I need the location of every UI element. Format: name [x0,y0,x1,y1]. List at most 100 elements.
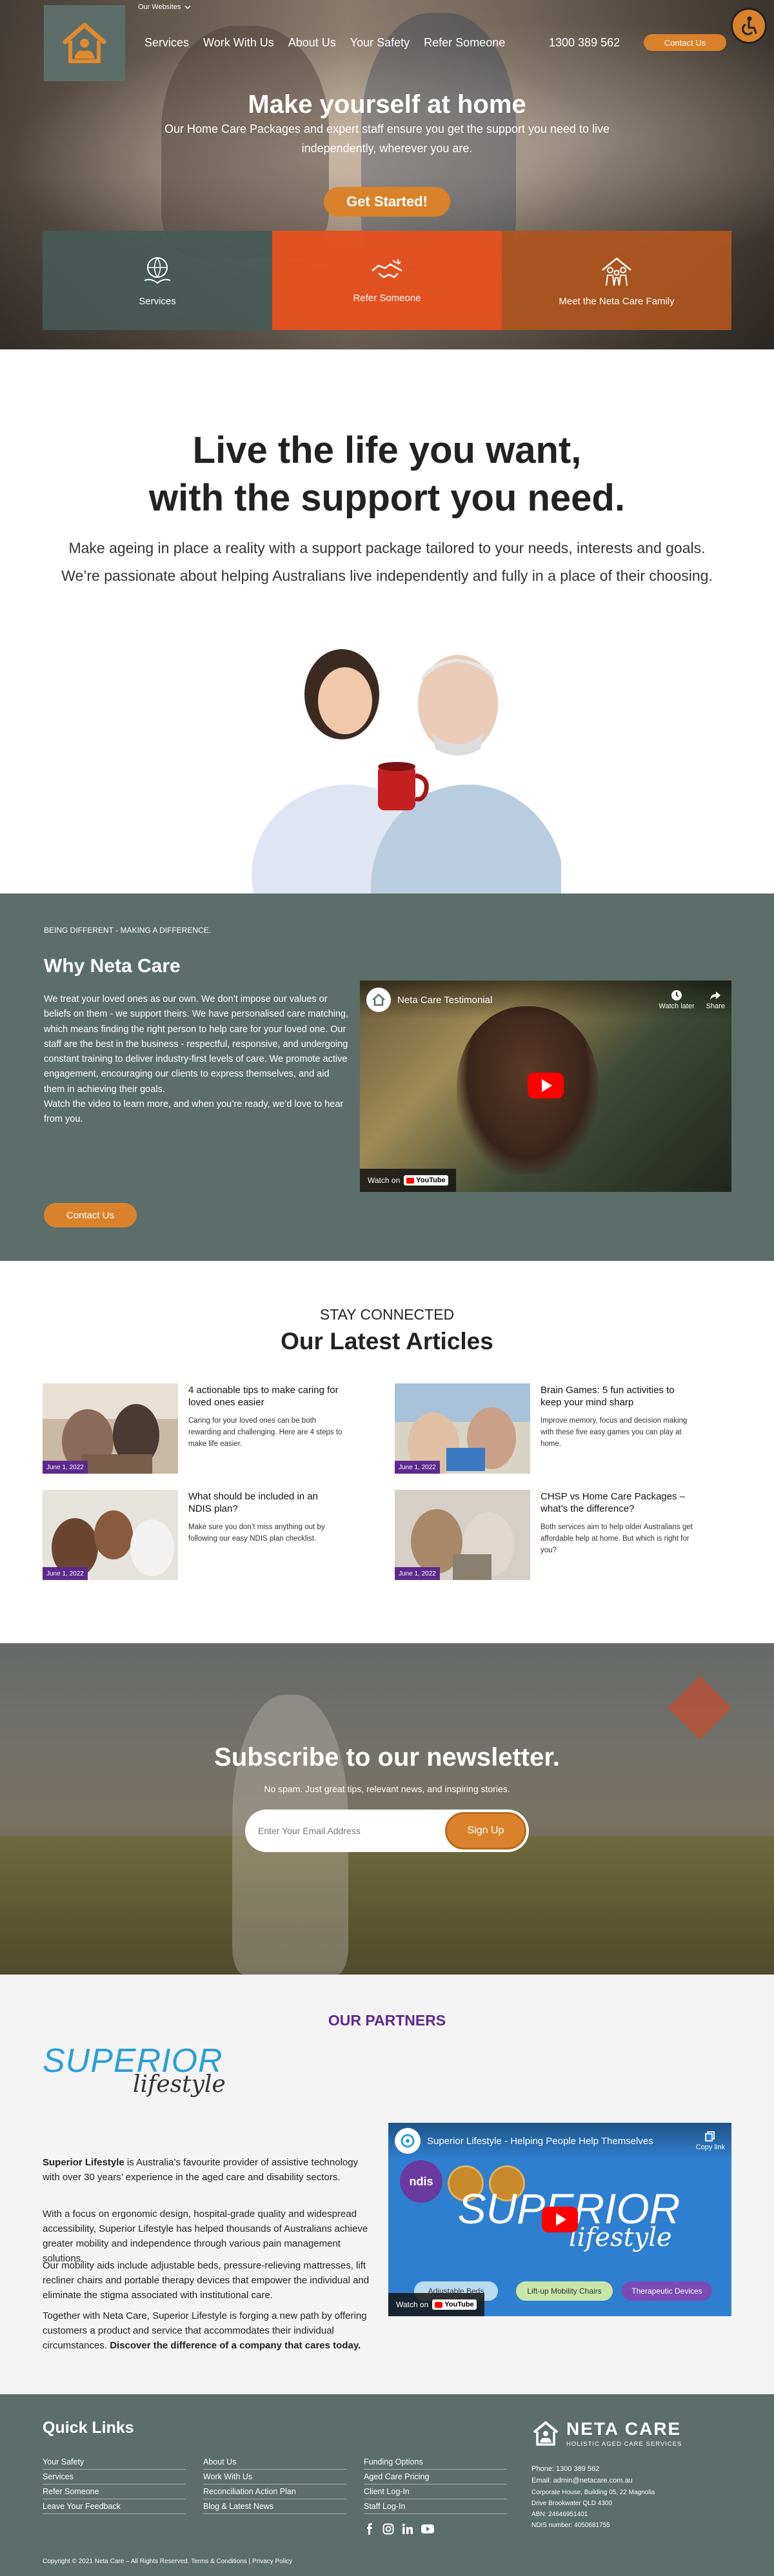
watch-on-youtube[interactable]: Watch on YouTube [360,1169,456,1192]
footer-link-funding[interactable]: Funding Options [364,2455,507,2470]
article-date: June 1, 2022 [395,1567,440,1580]
article-card[interactable]: June 1, 2022 Brain Games: 5 fun activiti… [395,1383,737,1474]
nav-about-us[interactable]: About Us [288,36,336,50]
handshake-icon [372,259,402,278]
house-hands-icon [533,2421,559,2446]
tile-refer-someone[interactable]: Refer Someone [272,231,502,330]
youtube-logo: YouTube [404,1175,448,1186]
tile-family-label: Meet the Neta Care Family [559,295,675,307]
hero-title: Make yourself at home [248,90,526,119]
footer-link-pricing[interactable]: Aged Care Pricing [364,2470,507,2484]
nav-work-with-us[interactable]: Work With Us [203,36,274,50]
facebook-icon[interactable] [364,2523,375,2535]
channel-avatar[interactable] [395,2128,421,2154]
footer-link-client-login[interactable]: Client Log-In [364,2484,507,2499]
copy-link-label: Copy link [695,2143,725,2151]
footer-link-work-with-us[interactable]: Work With Us [203,2470,346,2484]
watch-on-youtube[interactable]: Watch on YouTube [388,2293,484,2316]
watch-on-label: Watch on [368,1176,401,1185]
footer-link-staff-login[interactable]: Staff Log-In [364,2499,507,2514]
channel-avatar[interactable] [366,988,391,1012]
footer-link-services[interactable]: Services [43,2470,186,2484]
accessibility-icon [742,16,757,35]
articles-section: STAY CONNECTED Our Latest Articles June … [0,1261,774,1643]
our-websites-dropdown[interactable]: Our Websites [138,3,191,11]
copy-link-button[interactable]: Copy link [696,2131,725,2151]
site-logo[interactable] [44,5,125,81]
youtube-icon[interactable] [421,2523,434,2535]
article-title[interactable]: CHSP vs Home Care Packages – what’s the … [541,1490,695,1515]
instagram-icon[interactable] [382,2523,394,2535]
footer-ndis-number: NDIS number: 4050681755 [531,2522,610,2529]
footer-link-blog[interactable]: Blog & Latest News [203,2499,346,2514]
why-paragraph: We treat your loved ones as our own. We … [44,994,349,1095]
article-card[interactable]: June 1, 2022 What should be included in … [43,1490,384,1580]
newsletter-email-input[interactable] [258,1810,426,1852]
nav-refer-someone[interactable]: Refer Someone [424,36,505,50]
footer-link-your-safety[interactable]: Your Safety [43,2455,186,2470]
footer-links-column-3: Funding Options Aged Care Pricing Client… [364,2455,507,2514]
superior-lifestyle-logo[interactable]: SUPERIOR lifestyle [43,2044,226,2098]
chip-mobility-chairs: Lift-up Mobility Chairs [516,2281,613,2301]
nav-your-safety[interactable]: Your Safety [350,36,410,50]
newsletter-sign-up-button[interactable]: Sign Up [445,1812,526,1849]
chip-therapeutic-devices: Therapeutic Devices [622,2281,712,2301]
article-image[interactable] [43,1490,178,1580]
newsletter-form: Sign Up [245,1810,529,1852]
accessibility-button[interactable] [731,8,767,44]
why-contact-button[interactable]: Contact Us [44,1203,137,1227]
article-card[interactable]: June 1, 2022 CHSP vs Home Care Packages … [395,1490,737,1580]
footer-email[interactable]: Email: admin@netacare.com.au [531,2475,738,2486]
footer-abn: ABN: 24646951401 [531,2511,588,2518]
superior-lifestyle-video[interactable]: Superior Lifestyle - Helping People Help… [388,2123,731,2316]
why-text: We treat your loved ones as our own. We … [44,992,350,1127]
video-title[interactable]: Neta Care Testimonial [397,995,492,1006]
video-actions: Copy link [696,2131,725,2151]
article-image[interactable] [395,1490,530,1580]
linkedin-icon[interactable] [402,2523,413,2535]
partners-paragraph: Together with Neta Care, Superior Lifest… [43,2308,373,2353]
social-links [364,2523,434,2535]
partners-paragraph: With a focus on ergonomic design, hospit… [43,2209,368,2264]
globe-hands-icon [144,257,171,284]
article-title[interactable]: Brain Games: 5 fun activities to keep yo… [541,1384,695,1409]
ndis-logo: ndis [400,2160,442,2203]
newsletter-section: Subscribe to our newsletter. No spam. Ju… [0,1643,774,1975]
watch-later-button[interactable]: Watch later [659,990,695,1010]
play-icon[interactable] [542,2207,578,2232]
nav-services[interactable]: Services [144,36,189,50]
footer-link-reconciliation[interactable]: Reconciliation Action Plan [203,2484,346,2499]
video-header: Superior Lifestyle - Helping People Help… [388,2123,731,2159]
article-title[interactable]: 4 actionable tips to make caring for lov… [188,1384,343,1409]
hero-subtitle: Our Home Care Packages and expert staff … [164,122,610,155]
watch-later-label: Watch later [659,1002,695,1010]
video-title[interactable]: Superior Lifestyle - Helping People Help… [427,2136,653,2147]
article-image[interactable] [395,1383,530,1474]
intro-photo-carer-and-client [252,649,561,894]
partners-section: OUR PARTNERS SUPERIOR lifestyle Superior… [0,1975,774,2394]
header-phone[interactable]: 1300 389 562 [549,36,620,50]
article-title[interactable]: What should be included in an NDIS plan? [188,1490,343,1515]
youtube-icon [435,2301,443,2308]
tile-meet-family[interactable]: Meet the Neta Care Family [502,231,731,330]
footer-link-refer-someone[interactable]: Refer Someone [43,2484,186,2499]
youtube-icon [406,1177,415,1184]
article-card[interactable]: June 1, 2022 4 actionable tips to make c… [43,1383,384,1474]
logo-word-lifestyle: lifestyle [133,2071,226,2098]
play-icon[interactable] [528,1073,564,1098]
header-contact-button[interactable]: Contact Us [644,34,726,51]
share-label: Share [706,1002,725,1010]
partners-brand: Superior Lifestyle [43,2157,124,2168]
copyright: Copyright © 2021 Neta Care – All Rights … [43,2558,293,2565]
tile-services[interactable]: Services [43,231,272,330]
footer-link-feedback[interactable]: Leave Your Feedback [43,2499,186,2514]
house-hands-icon [372,993,385,1006]
testimonial-video[interactable]: Neta Care Testimonial Watch later Share … [360,981,731,1192]
footer-phone[interactable]: Phone: 1300 389 562 [531,2464,738,2475]
share-button[interactable]: Share [706,990,725,1010]
hero-section: Our Websites Services Work With Us About… [0,0,774,349]
get-started-button[interactable]: Get Started! [324,187,450,217]
neta-care-logo[interactable]: NETA CARE HOLISTIC AGED CARE SERVICES [531,2419,682,2448]
article-image[interactable] [43,1383,178,1474]
footer-link-about-us[interactable]: About Us [203,2455,346,2470]
